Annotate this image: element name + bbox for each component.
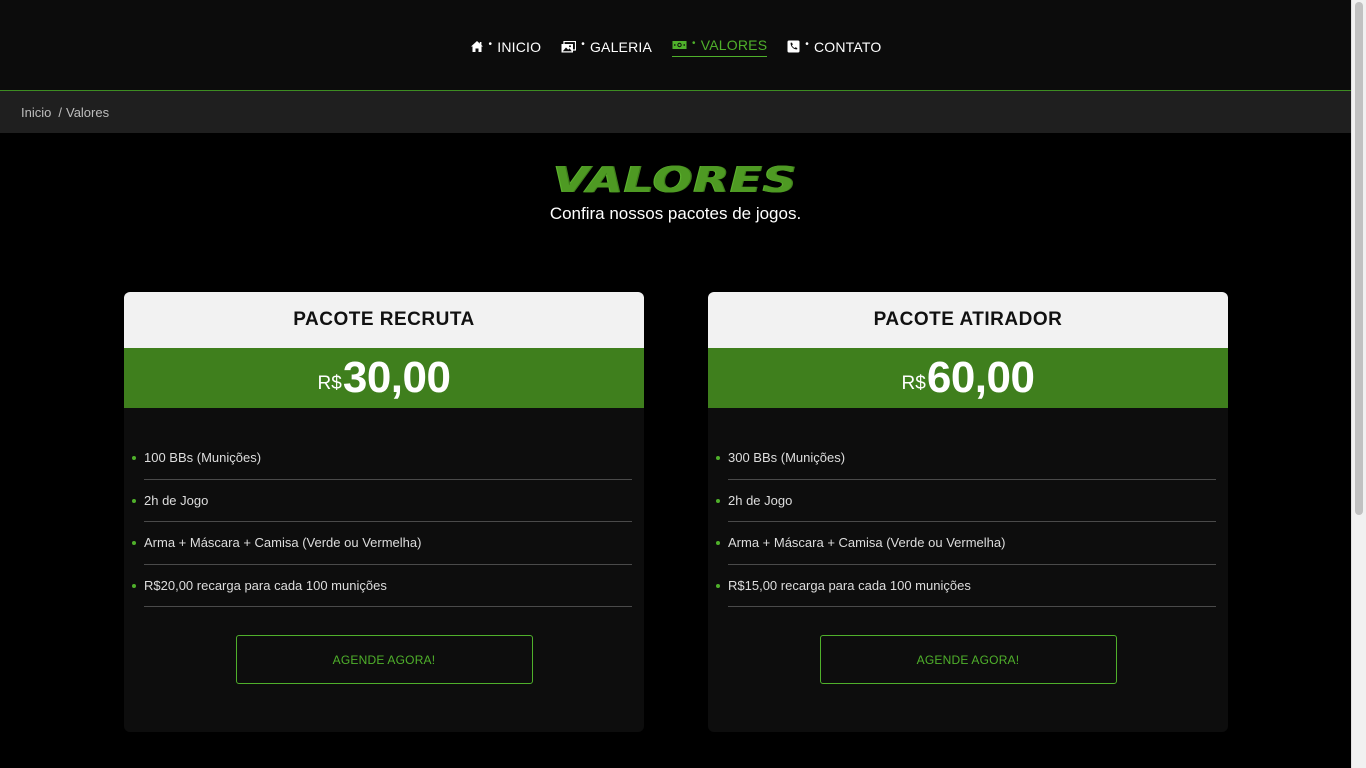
nav-item-galeria[interactable]: • GALERIA (561, 37, 652, 56)
price-value: 60,00 (926, 353, 1035, 402)
feature-item: 2h de Jogo (716, 480, 1216, 522)
bullet-icon (716, 498, 720, 503)
feature-item: Arma + Máscara + Camisa (Verde ou Vermel… (716, 522, 1216, 565)
breadcrumb-current: Valores (65, 104, 110, 120)
bullet-icon (716, 583, 720, 588)
nav-separator: • (488, 39, 493, 50)
nav-item-label: CONTATO (813, 38, 882, 55)
feature-item: 100 BBs (Munições) (132, 437, 632, 480)
price-currency: R$ (901, 373, 926, 394)
page-subtitle: Confira nossos pacotes de jogos. (549, 204, 802, 223)
nav-item-contato[interactable]: • CONTATO (787, 37, 881, 56)
price-value: 30,00 (342, 353, 451, 402)
scrollbar-thumb[interactable] (1355, 2, 1363, 515)
bullet-icon (132, 583, 136, 588)
section-heading: VALORES Confira nossos pacotes de jogos. (0, 163, 1351, 224)
feature-item: Arma + Máscara + Camisa (Verde ou Vermel… (132, 522, 632, 565)
gallery-icon (561, 40, 577, 53)
nav-separator: • (805, 39, 809, 50)
feature-list: 100 BBs (Munições) 2h de Jogo Arma + Más… (132, 437, 632, 607)
top-navigation: • INICIO • GALERIA • VALORES • CONTATO (0, 0, 1351, 91)
page: • INICIO • GALERIA • VALORES • CONTATO I… (0, 0, 1351, 768)
feature-text: Arma + Máscara + Camisa (Verde ou Vermel… (144, 535, 422, 551)
page-title: VALORES (553, 160, 798, 201)
home-icon (470, 40, 484, 53)
phone-icon (787, 40, 800, 53)
feature-item: 300 BBs (Munições) (716, 437, 1216, 480)
breadcrumb: Inicio / Valores (0, 91, 1351, 133)
feature-text: Arma + Máscara + Camisa (Verde ou Vermel… (728, 535, 1006, 551)
nav-separator: • (581, 39, 585, 50)
package-name: PACOTE ATIRADOR (708, 292, 1228, 348)
feature-text: 2h de Jogo (144, 492, 209, 508)
nav-item-label: GALERIA (589, 38, 653, 55)
nav-menu: • INICIO • GALERIA • VALORES • CONTATO (470, 37, 882, 57)
breadcrumb-home-link[interactable]: Inicio (21, 105, 51, 120)
nav-item-inicio[interactable]: • INICIO (470, 37, 542, 56)
breadcrumb-separator: / (58, 104, 62, 120)
feature-text: 300 BBs (Munições) (728, 450, 846, 466)
price-currency: R$ (317, 373, 342, 394)
pricing-card-atirador: PACOTE ATIRADOR R$ 60,00 300 BBs (Muniçõ… (708, 292, 1228, 732)
nav-item-label: INICIO (497, 38, 542, 55)
pricing-card-recruta: PACOTE RECRUTA R$ 30,00 100 BBs (Muniçõe… (124, 292, 644, 732)
feature-text: 100 BBs (Munições) (144, 450, 262, 466)
bullet-icon (716, 456, 720, 460)
nav-item-label: VALORES (700, 37, 768, 53)
feature-item: R$20,00 recarga para cada 100 munições (132, 565, 632, 607)
bullet-icon (132, 541, 136, 545)
feature-text: R$15,00 recarga para cada 100 munições (728, 577, 971, 593)
vertical-scrollbar[interactable] (1351, 0, 1366, 768)
price-band: R$ 60,00 (708, 348, 1228, 408)
feature-text: 2h de Jogo (728, 492, 793, 508)
feature-item: 2h de Jogo (132, 480, 632, 522)
feature-list: 300 BBs (Munições) 2h de Jogo Arma + Más… (716, 437, 1216, 607)
pricing-cards: PACOTE RECRUTA R$ 30,00 100 BBs (Muniçõe… (124, 292, 1228, 732)
bullet-icon (716, 541, 720, 545)
schedule-now-button[interactable]: AGENDE AGORA! (819, 635, 1117, 684)
schedule-now-button[interactable]: AGENDE AGORA! (235, 635, 533, 684)
price-band: R$ 30,00 (124, 348, 644, 408)
bullet-icon (132, 456, 136, 460)
package-name: PACOTE RECRUTA (124, 292, 644, 348)
feature-text: R$20,00 recarga para cada 100 munições (144, 577, 387, 593)
feature-item: R$15,00 recarga para cada 100 munições (716, 565, 1216, 607)
money-icon (672, 40, 687, 50)
nav-separator: • (692, 37, 696, 49)
bullet-icon (132, 498, 136, 503)
nav-item-valores[interactable]: • VALORES (672, 37, 768, 57)
